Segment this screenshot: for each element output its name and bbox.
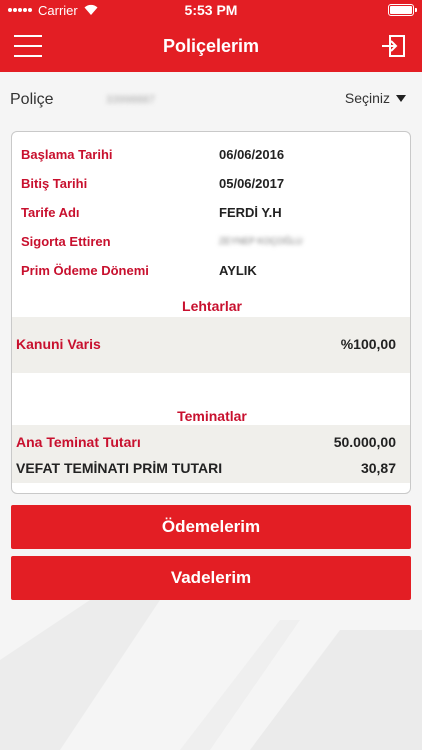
nav-bar: Poliçelerim	[0, 20, 422, 72]
policy-label: Poliçe	[10, 91, 54, 108]
wifi-icon	[84, 3, 98, 18]
detail-value: AYLIK	[219, 262, 257, 278]
policy-selector-row: Poliçe 33998887 Seçiniz	[0, 72, 422, 128]
beneficiary-value: %100,00	[340, 336, 396, 352]
beneficiaries-heading: Lehtarlar	[182, 298, 242, 314]
beneficiary-label: Kanuni Varis	[16, 336, 101, 352]
coverage-label: VEFAT TEMİNATI PRİM TUTARI	[16, 460, 223, 476]
detail-row-end-date: Bitiş Tarihi 05/06/2017	[12, 172, 410, 194]
policy-number: 33998887	[106, 94, 155, 106]
detail-label: Başlama Tarihi	[21, 146, 113, 162]
policy-details-card: Başlama Tarihi 06/06/2016 Bitiş Tarihi 0…	[11, 131, 411, 494]
detail-row-tariff: Tarife Adı FERDİ Y.H	[12, 201, 410, 223]
detail-label: Tarife Adı	[21, 204, 80, 220]
coverage-value: 50.000,00	[333, 434, 396, 450]
detail-row-start-date: Başlama Tarihi 06/06/2016	[12, 143, 410, 165]
carrier-name: Carrier	[38, 2, 78, 18]
detail-value: 06/06/2016	[219, 146, 285, 162]
coverage-row-main: Ana Teminat Tutarı 50.000,00	[12, 430, 410, 454]
coverage-value: 30,87	[360, 460, 396, 476]
page-title: Poliçelerim	[162, 35, 260, 56]
detail-value: 05/06/2017	[219, 175, 285, 191]
coverage-label: Ana Teminat Tutarı	[16, 434, 141, 450]
coverages-heading: Teminatlar	[177, 408, 247, 424]
signal-icon	[8, 8, 32, 12]
maturities-button[interactable]: Vadelerim	[11, 556, 411, 600]
detail-value: FERDİ Y.H	[219, 204, 282, 220]
detail-label: Prim Ödeme Dönemi	[21, 262, 149, 278]
policy-select-dropdown[interactable]: Seçiniz	[345, 90, 406, 106]
status-bar: Carrier 5:53 PM	[0, 0, 422, 20]
detail-value-redacted: ZEYNEP KOÇOĞLU	[219, 236, 303, 246]
logout-icon[interactable]	[380, 34, 406, 58]
caret-down-icon	[396, 94, 406, 102]
select-label: Seçiniz	[344, 90, 390, 106]
detail-label: Sigorta Ettiren	[21, 233, 111, 249]
detail-row-payment-period: Prim Ödeme Dönemi AYLIK	[12, 259, 410, 281]
detail-row-insurer: Sigorta Ettiren ZEYNEP KOÇOĞLU	[12, 230, 410, 252]
beneficiary-row: Kanuni Varis %100,00	[12, 332, 410, 356]
background-decoration	[0, 600, 422, 750]
payments-button[interactable]: Ödemelerim	[11, 505, 411, 549]
hamburger-menu-icon[interactable]	[14, 32, 44, 60]
background-shapes	[0, 600, 422, 750]
battery-icon	[388, 4, 417, 16]
coverage-row-death: VEFAT TEMİNATI PRİM TUTARI 30,87	[12, 456, 410, 480]
detail-label: Bitiş Tarihi	[21, 175, 88, 191]
